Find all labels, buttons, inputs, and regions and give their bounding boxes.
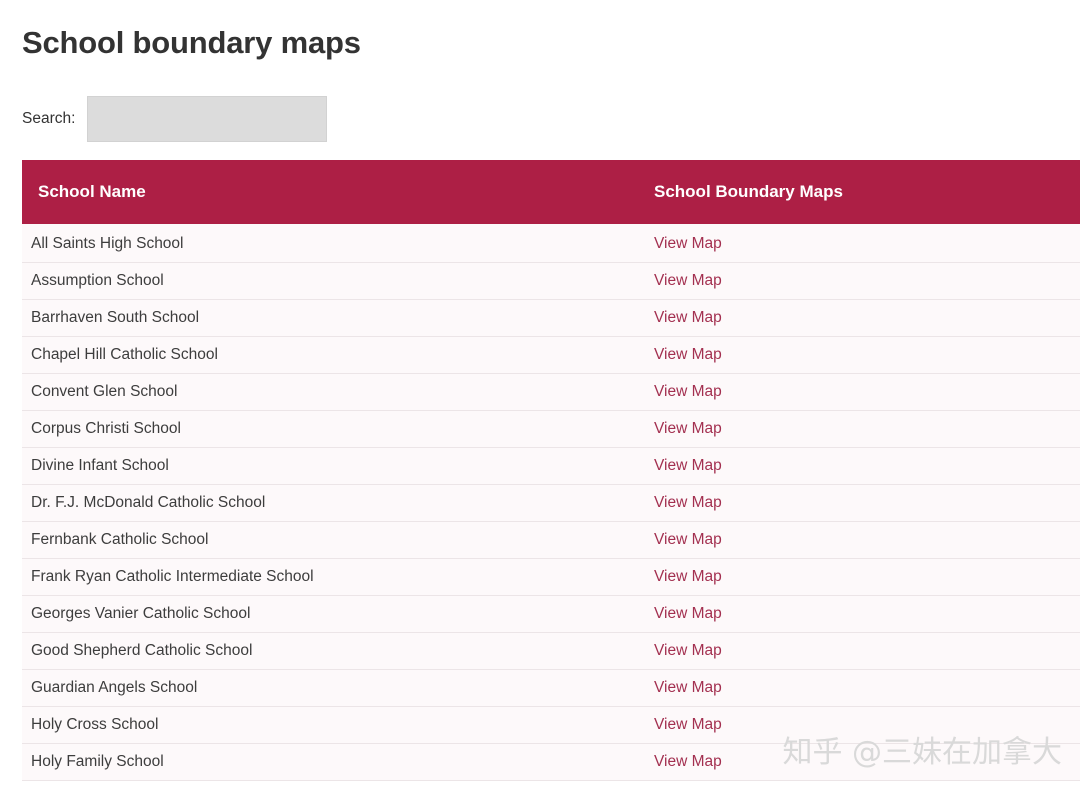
table-row: Chapel Hill Catholic School View Map <box>22 336 1080 374</box>
cell-school-name: Frank Ryan Catholic Intermediate School <box>22 558 638 596</box>
cell-school-name: Dr. F.J. McDonald Catholic School <box>22 484 638 522</box>
table-row: Fernbank Catholic School View Map <box>22 521 1080 559</box>
cell-school-name: Convent Glen School <box>22 373 638 411</box>
cell-school-name: Holy Cross School <box>22 706 638 744</box>
table-row: Holy Cross School View Map <box>22 706 1080 744</box>
table-header: School Name School Boundary Maps <box>22 160 1080 224</box>
table-row: Frank Ryan Catholic Intermediate School V… <box>22 558 1080 596</box>
view-map-link[interactable]: View Map <box>654 531 722 548</box>
search-input[interactable] <box>87 96 328 142</box>
table-row: Assumption School View Map <box>22 262 1080 300</box>
table-row: Good Shepherd Catholic School View Map <box>22 632 1080 670</box>
table-row: Holy Family School View Map <box>22 743 1080 781</box>
view-map-link[interactable]: View Map <box>654 346 722 363</box>
table-row: Divine Infant School View Map <box>22 447 1080 485</box>
view-map-link[interactable]: View Map <box>654 309 722 326</box>
view-map-link[interactable]: View Map <box>654 420 722 437</box>
cell-school-name: Fernbank Catholic School <box>22 521 638 559</box>
table-row: All Saints High School View Map <box>22 224 1080 263</box>
cell-school-boundary-map: View Map <box>638 669 1080 707</box>
table-row: Convent Glen School View Map <box>22 373 1080 411</box>
view-map-link[interactable]: View Map <box>654 642 722 659</box>
cell-school-name: All Saints High School <box>22 224 638 263</box>
cell-school-boundary-map: View Map <box>638 595 1080 633</box>
school-boundary-maps-page: School boundary maps Search: School Name… <box>0 0 1080 785</box>
view-map-link[interactable]: View Map <box>654 272 722 289</box>
cell-school-name: Georges Vanier Catholic School <box>22 595 638 633</box>
cell-school-boundary-map: View Map <box>638 521 1080 559</box>
view-map-link[interactable]: View Map <box>654 679 722 696</box>
cell-school-boundary-map: View Map <box>638 447 1080 485</box>
cell-school-name: Corpus Christi School <box>22 410 638 448</box>
view-map-link[interactable]: View Map <box>654 568 722 585</box>
table-row: Barrhaven South School View Map <box>22 299 1080 337</box>
search-row: Search: <box>22 96 328 142</box>
cell-school-boundary-map: View Map <box>638 262 1080 300</box>
cell-school-name: Chapel Hill Catholic School <box>22 336 638 374</box>
cell-school-boundary-map: View Map <box>638 558 1080 596</box>
cell-school-name: Good Shepherd Catholic School <box>22 632 638 670</box>
table-row: Dr. F.J. McDonald Catholic School View Ma… <box>22 484 1080 522</box>
cell-school-boundary-map: View Map <box>638 632 1080 670</box>
cell-school-name: Divine Infant School <box>22 447 638 485</box>
view-map-link[interactable]: View Map <box>654 753 722 770</box>
table-row: Corpus Christi School View Map <box>22 410 1080 448</box>
column-header-school-boundary-maps[interactable]: School Boundary Maps <box>638 160 1080 224</box>
cell-school-boundary-map: View Map <box>638 706 1080 744</box>
table-row: Guardian Angels School View Map <box>22 669 1080 707</box>
cell-school-boundary-map: View Map <box>638 299 1080 337</box>
view-map-link[interactable]: View Map <box>654 235 722 252</box>
cell-school-boundary-map: View Map <box>638 484 1080 522</box>
cell-school-name: Barrhaven South School <box>22 299 638 337</box>
table-row: Georges Vanier Catholic School View Map <box>22 595 1080 633</box>
search-label: Search: <box>22 110 76 127</box>
cell-school-name: Assumption School <box>22 262 638 300</box>
view-map-link[interactable]: View Map <box>654 605 722 622</box>
view-map-link[interactable]: View Map <box>654 716 722 733</box>
table-body: All Saints High School View Map Assumption… <box>22 224 1080 781</box>
cell-school-boundary-map: View Map <box>638 373 1080 411</box>
view-map-link[interactable]: View Map <box>654 494 722 511</box>
cell-school-name: Guardian Angels School <box>22 669 638 707</box>
school-boundary-maps-table: School Name School Boundary Maps All Sai… <box>22 160 1080 781</box>
view-map-link[interactable]: View Map <box>654 383 722 400</box>
cell-school-boundary-map: View Map <box>638 743 1080 781</box>
cell-school-name: Holy Family School <box>22 743 638 781</box>
column-header-school-name[interactable]: School Name <box>22 160 638 224</box>
table-header-row: School Name School Boundary Maps <box>22 160 1080 224</box>
page-title: School boundary maps <box>22 24 361 60</box>
cell-school-boundary-map: View Map <box>638 224 1080 263</box>
cell-school-boundary-map: View Map <box>638 336 1080 374</box>
cell-school-boundary-map: View Map <box>638 410 1080 448</box>
view-map-link[interactable]: View Map <box>654 457 722 474</box>
